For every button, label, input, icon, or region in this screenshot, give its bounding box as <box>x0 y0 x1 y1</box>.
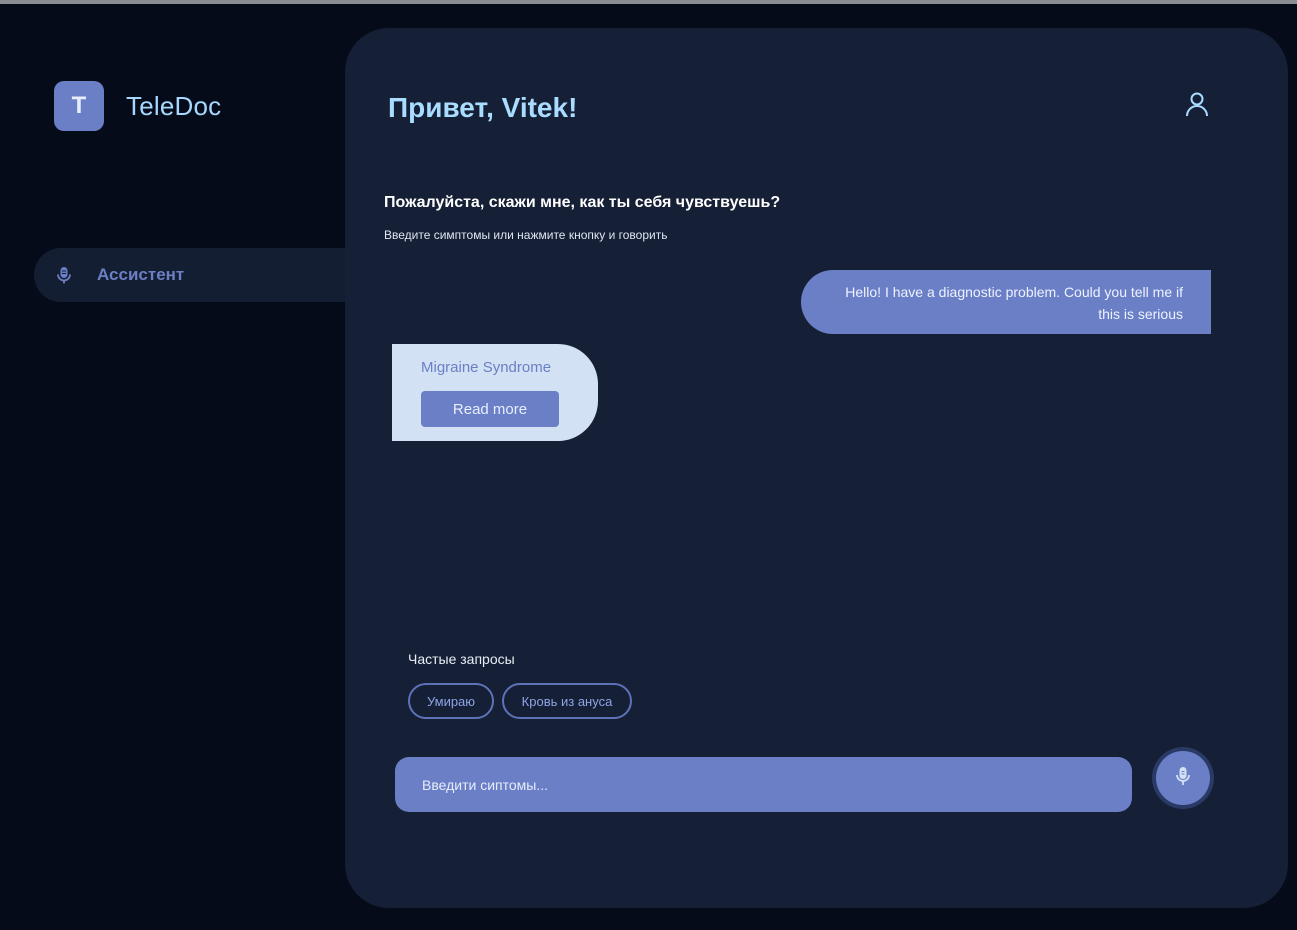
app-root: T TeleDoc Ассистент Привет, Vitek! Пожал… <box>0 0 1297 930</box>
symptom-input[interactable] <box>420 775 1104 794</box>
brand-logo[interactable]: T TeleDoc <box>54 81 221 131</box>
microphone-icon <box>54 265 74 285</box>
sidebar-item-assistant[interactable]: Ассистент <box>34 248 394 302</box>
read-more-button[interactable]: Read more <box>421 391 559 427</box>
profile-button[interactable] <box>1183 92 1211 120</box>
logo-mark: T <box>54 81 104 131</box>
frequent-requests-chips: Умираю Кровь из ануса <box>408 683 640 719</box>
main-panel: Привет, Vitek! Пожалуйста, скажи мне, ка… <box>345 28 1288 908</box>
diagnosis-label: Migraine Syndrome <box>421 359 552 376</box>
page-title: Привет, Vitek! <box>388 92 578 123</box>
user-icon <box>1185 91 1209 122</box>
chip-request[interactable]: Умираю <box>408 683 494 719</box>
symptom-input-bar[interactable] <box>395 757 1132 812</box>
bot-response-card: Migraine Syndrome Read more <box>392 344 598 441</box>
brand-name: TeleDoc <box>126 90 222 121</box>
prompt-question: Пожалуйста, скажи мне, как ты себя чувст… <box>384 194 781 211</box>
microphone-icon <box>1173 765 1193 792</box>
window-top-strip <box>0 0 1297 4</box>
chip-request[interactable]: Кровь из ануса <box>502 683 632 719</box>
prompt-hint: Введите симптомы или нажмите кнопку и го… <box>384 228 668 242</box>
sidebar-item-label: Ассистент <box>97 265 185 284</box>
frequent-requests-title: Частые запросы <box>408 651 515 667</box>
user-message-bubble: Hello! I have a diagnostic problem. Coul… <box>801 270 1211 334</box>
voice-input-button[interactable] <box>1156 751 1210 805</box>
